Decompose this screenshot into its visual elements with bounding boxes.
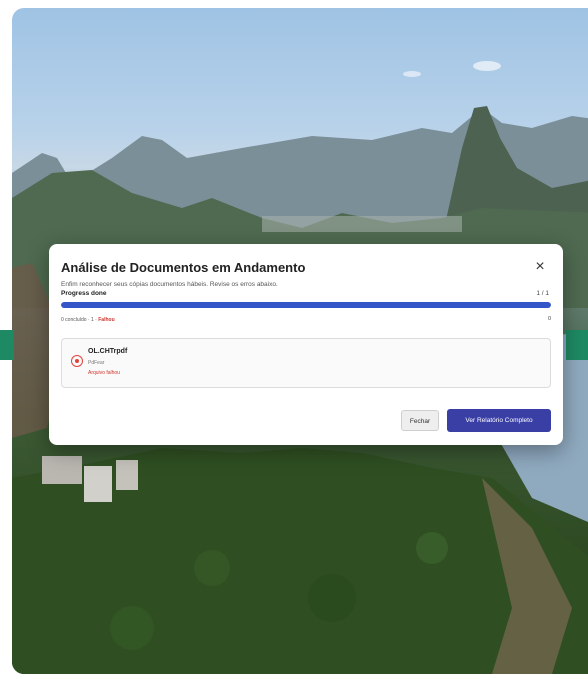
status-fail-label: Falhou <box>98 317 115 323</box>
close-button[interactable]: Fechar <box>401 410 439 431</box>
status-prefix: 0 concluído · 1 · <box>61 317 97 323</box>
file-name: OL.CHTrpdf <box>88 348 128 355</box>
failed-file-item[interactable]: OL.CHTrpdf PdFear Arquivo falhou <box>61 338 551 388</box>
error-circle-icon <box>71 355 83 367</box>
file-type: PdFear <box>88 360 105 366</box>
close-icon[interactable]: × <box>531 258 549 276</box>
right-green-stripe <box>566 330 588 360</box>
modal-title: Análise de Documentos em Andamento <box>61 260 306 275</box>
document-analysis-modal: Análise de Documentos em Andamento × Enf… <box>49 244 563 445</box>
modal-description: Enfim reconhecer seus cópias documentos … <box>61 281 278 288</box>
progress-count: 1 / 1 <box>536 290 549 297</box>
status-right-value: 0 <box>547 316 551 322</box>
view-full-report-button[interactable]: Ver Relatório Completo <box>447 409 551 432</box>
progress-label: Progress done <box>61 290 107 297</box>
progress-bar <box>61 302 551 308</box>
file-error-message: Arquivo falhou <box>88 370 120 376</box>
progress-bar-fill <box>61 302 551 308</box>
left-green-stripe <box>0 330 14 360</box>
status-summary: 0 concluído · 1 · Falhou <box>61 317 115 323</box>
